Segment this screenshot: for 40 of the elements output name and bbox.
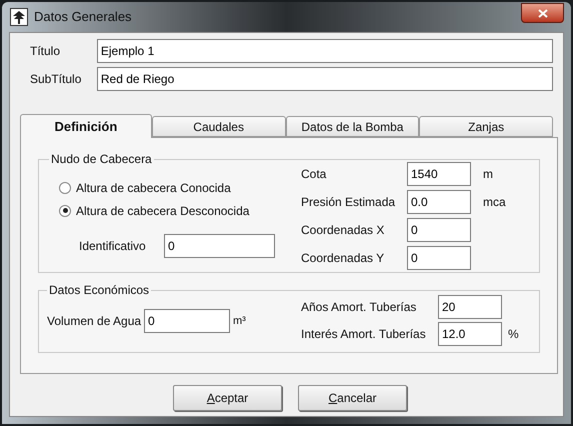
window-title: Datos Generales [34, 8, 132, 26]
text-field[interactable]: Ejemplo 1 [96, 39, 553, 63]
tab[interactable]: Zanjas [419, 116, 554, 137]
unit-label: m [483, 166, 493, 183]
dialog-button[interactable]: Cancelar [298, 385, 407, 411]
field-label: Volumen de Agua [47, 313, 142, 330]
group-title: Nudo de Cabecera [50, 151, 153, 168]
field-label: Coordenadas Y [301, 250, 386, 267]
field-label: Coordenadas X [301, 222, 386, 239]
text-field[interactable]: 1540 [407, 162, 471, 186]
text-field[interactable]: 0.0 [407, 190, 471, 214]
unit-label: m³ [233, 314, 246, 329]
text-field[interactable]: 0 [407, 246, 471, 270]
radio-button[interactable] [59, 204, 71, 216]
text-field[interactable]: 0 [144, 309, 230, 333]
field-label: Años Amort. Tuberías [301, 299, 418, 316]
tab[interactable]: Definición [20, 114, 152, 138]
field-label: Interés Amort. Tuberías [301, 326, 427, 343]
dialog-button[interactable]: Aceptar [173, 385, 282, 411]
field-label: Título [30, 43, 62, 60]
text-field[interactable]: Red de Riego [96, 67, 553, 91]
text-field[interactable]: 0 [164, 234, 275, 258]
unit-label: mca [483, 194, 506, 211]
tab[interactable]: Caudales [152, 116, 286, 137]
group-title: Datos Económicos [48, 282, 150, 299]
close-icon [538, 8, 548, 18]
close-button[interactable] [521, 3, 564, 23]
unit-label: % [508, 326, 519, 343]
field-label: Identificativo [79, 238, 147, 255]
text-field[interactable]: 0 [407, 218, 471, 242]
radio-label: Altura de cabecera Desconocida [76, 202, 250, 220]
field-label: SubTítulo [30, 71, 82, 88]
text-field[interactable]: 12.0 [438, 322, 502, 346]
field-label: Cota [301, 166, 328, 183]
tree-icon [10, 8, 28, 26]
text-field[interactable]: 20 [438, 295, 502, 319]
field-label: Presión Estimada [301, 194, 396, 211]
radio-button[interactable] [59, 182, 71, 194]
tab[interactable]: Datos de la Bomba [286, 116, 420, 137]
radio-label: Altura de cabecera Conocida [76, 180, 231, 196]
